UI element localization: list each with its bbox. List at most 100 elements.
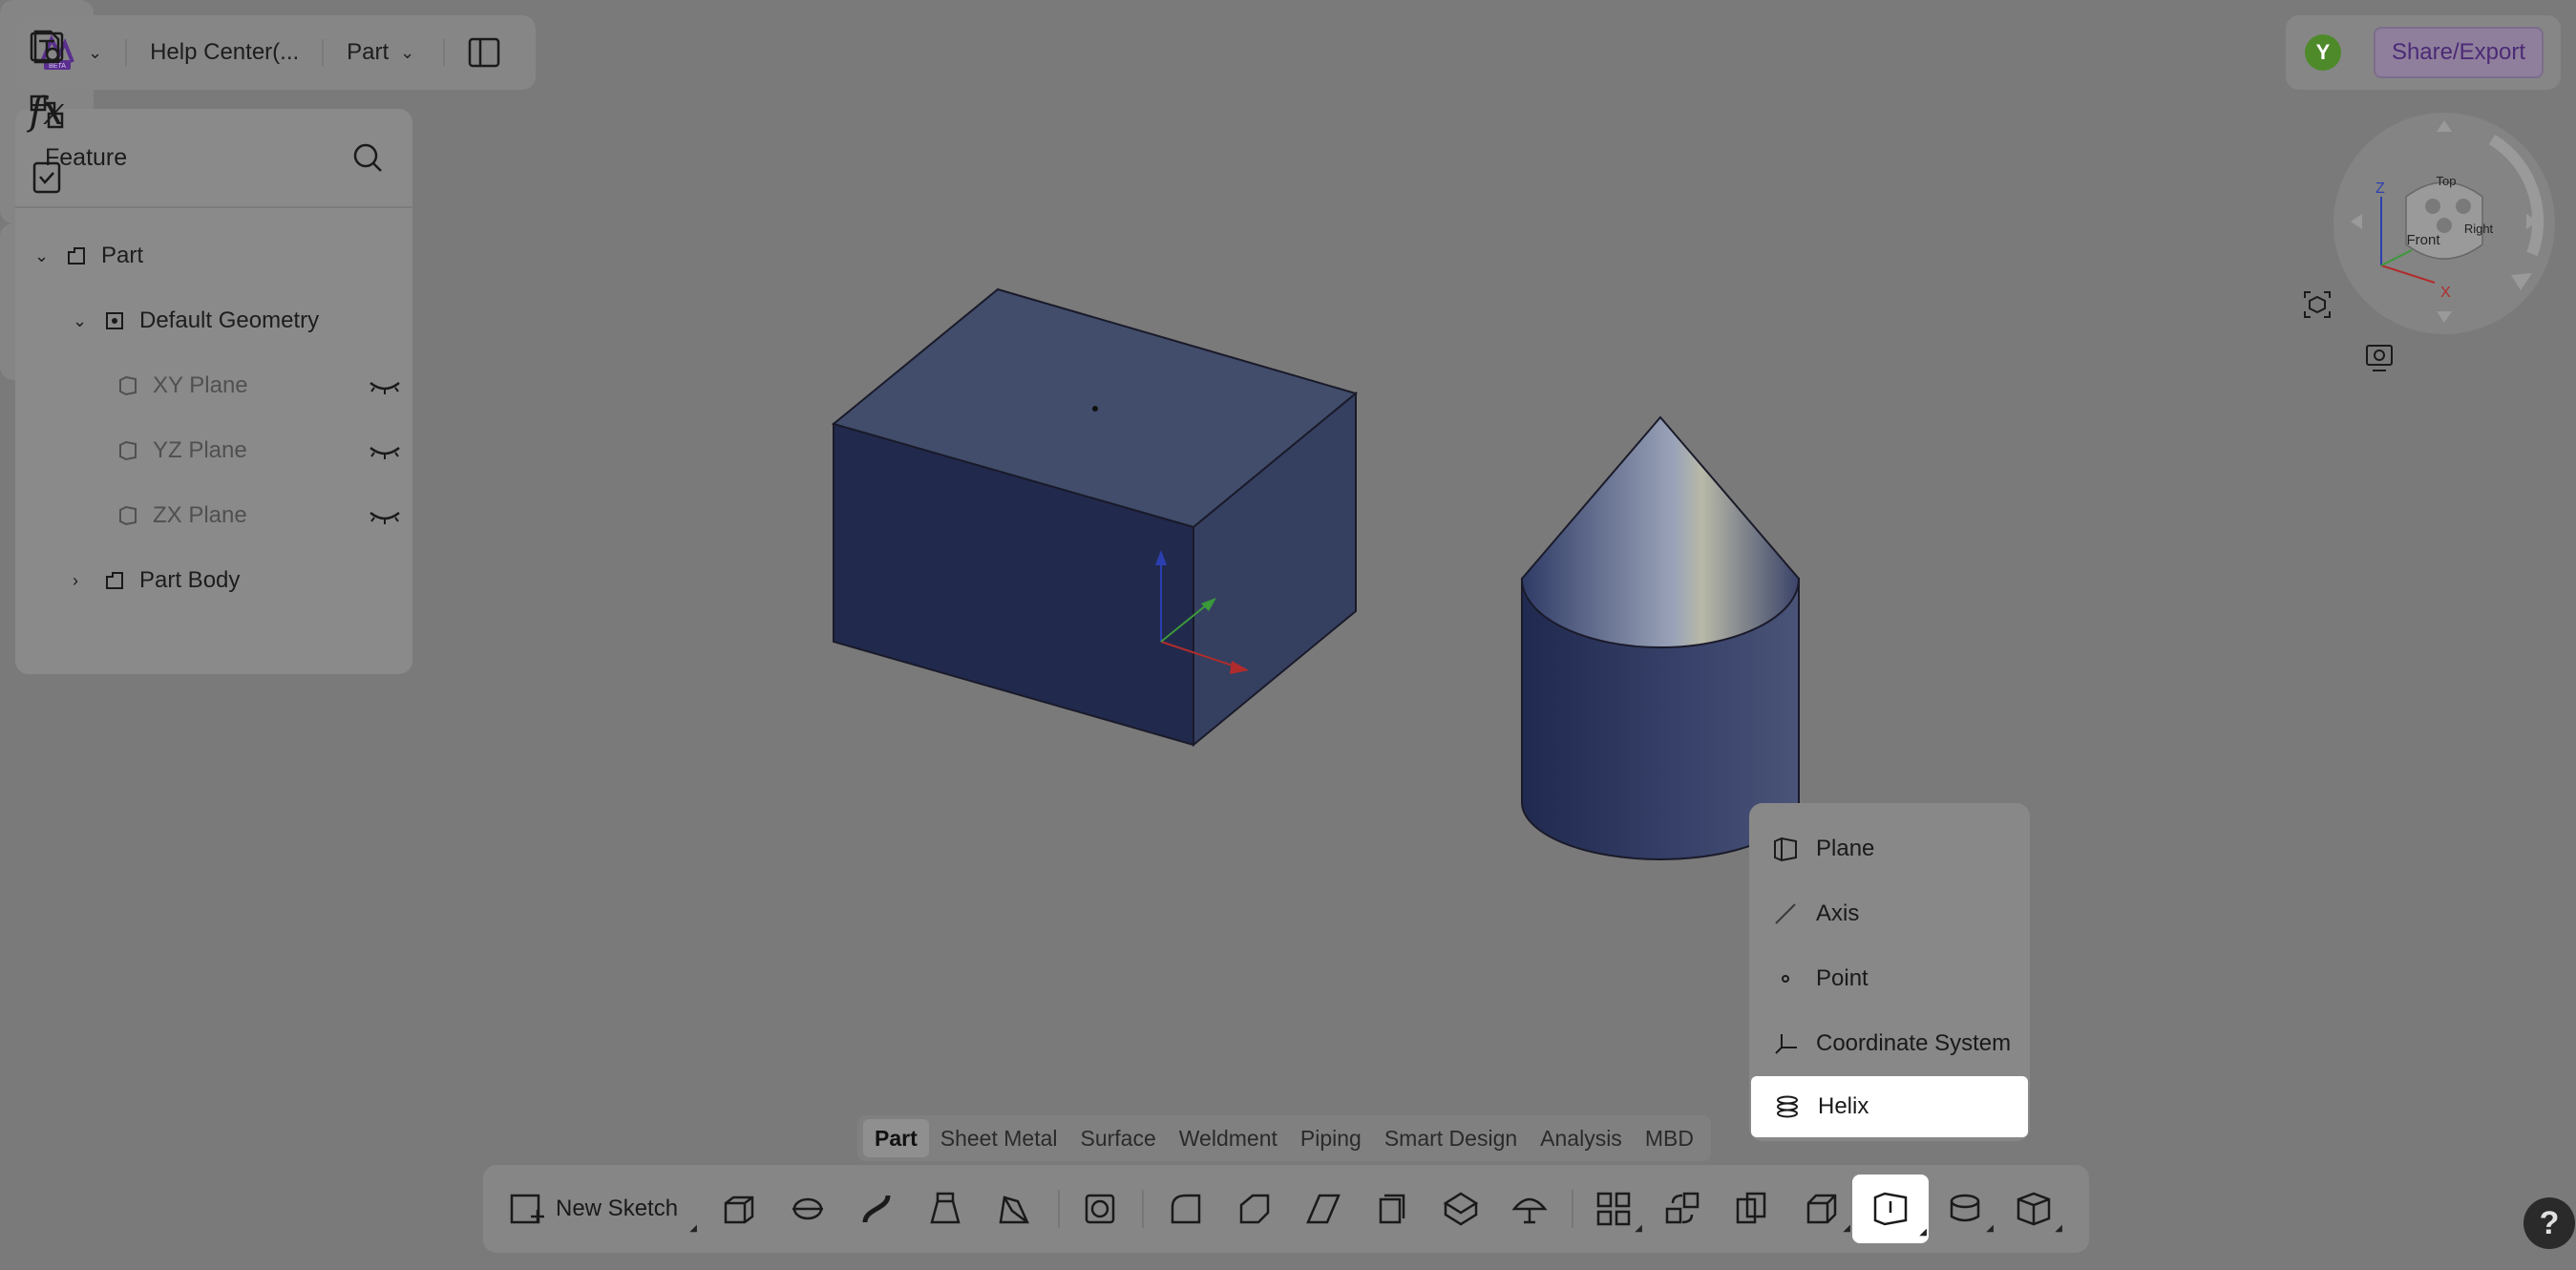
tree-item-yz-plane[interactable]: YZ Plane	[115, 432, 401, 470]
tree-item-part-body[interactable]: › Part Body	[73, 561, 240, 600]
tab-mbd[interactable]: MBD	[1634, 1119, 1705, 1157]
mode-select[interactable]: Part	[347, 39, 389, 66]
reference-geometry-menu: Plane Axis Point Coordinate System Helix	[1749, 803, 2030, 1141]
tree-item-label: Part Body	[139, 567, 241, 593]
menu-item-point[interactable]: Point	[1749, 948, 2030, 1009]
chevron-down-icon[interactable]: ⌄	[34, 246, 55, 266]
helix-icon	[1774, 1093, 1806, 1120]
draft-icon[interactable]	[983, 1178, 1045, 1239]
menu-item-label: Point	[1816, 965, 1869, 991]
chevron-down-icon[interactable]: ⌄	[73, 311, 94, 331]
menu-item-helix[interactable]: Helix	[1751, 1076, 2028, 1137]
chamfer-icon[interactable]	[1224, 1178, 1285, 1239]
tree-item-zx-plane[interactable]: ZX Plane	[115, 497, 401, 535]
tree-item-default-geometry[interactable]: ⌄ Default Geometry	[73, 302, 319, 340]
visibility-hidden-icon[interactable]	[369, 441, 401, 460]
panel-toggle-icon[interactable]	[468, 37, 500, 68]
revolve-icon[interactable]	[777, 1178, 838, 1239]
tree-item-part[interactable]: ⌄ Part	[34, 237, 143, 275]
sweep-icon[interactable]	[846, 1178, 907, 1239]
axis-icon	[1772, 900, 1805, 927]
plane-icon	[115, 437, 141, 464]
svg-text:Top: Top	[2437, 174, 2457, 188]
loft-icon[interactable]	[915, 1178, 976, 1239]
fillet-icon[interactable]	[1155, 1178, 1216, 1239]
boolean-icon[interactable]	[1721, 1178, 1782, 1239]
tab-piping[interactable]: Piping	[1289, 1119, 1373, 1157]
cone-cylinder-solid[interactable]	[1520, 415, 1801, 860]
part-body-icon	[101, 567, 128, 594]
menu-item-label: Axis	[1816, 900, 1860, 926]
solid-icon[interactable]: ◢	[1791, 1178, 1852, 1239]
extrude-icon[interactable]	[708, 1178, 770, 1239]
menu-item-plane[interactable]: Plane	[1749, 818, 2030, 879]
document-name[interactable]: Help Center(...	[150, 39, 299, 66]
feature-panel: Feature ⌄ Part ⌄ Default Geometry XY Pla…	[15, 109, 412, 674]
convert-icon[interactable]	[23, 88, 71, 136]
view-cube[interactable]: Top Front Right Z X	[2330, 111, 2559, 340]
feature-toolbar: New Sketch ◢ ◢ ◢ ◢ ◢ ◢	[483, 1165, 2089, 1253]
workbench-tabs: Part Sheet Metal Surface Weldment Piping…	[857, 1115, 1711, 1161]
menu-item-label: Helix	[1818, 1093, 1869, 1119]
split-body-icon[interactable]	[1499, 1178, 1560, 1239]
svg-text:Z: Z	[2375, 180, 2385, 197]
share-export-button[interactable]: Share/Export	[2374, 27, 2544, 78]
menu-item-label: Coordinate System	[1816, 1030, 2012, 1056]
divider	[443, 39, 446, 66]
fit-view-icon[interactable]	[2301, 288, 2333, 321]
svg-text:Right: Right	[2464, 222, 2494, 236]
part-icon	[63, 243, 90, 269]
tree-item-label: Default Geometry	[139, 307, 320, 333]
tab-weldment[interactable]: Weldment	[1168, 1119, 1289, 1157]
plane-icon	[115, 502, 141, 529]
tab-sheet-metal[interactable]: Sheet Metal	[929, 1119, 1069, 1157]
search-icon[interactable]	[351, 141, 384, 174]
tree-item-label: Part	[101, 243, 144, 268]
tree-item-label: XY Plane	[153, 372, 248, 398]
visibility-hidden-icon[interactable]	[369, 376, 401, 395]
plane-icon	[115, 372, 141, 399]
new-sketch-label: New Sketch	[556, 1196, 679, 1221]
svg-text:X: X	[2440, 285, 2451, 301]
user-area: Y Share/Export	[2286, 15, 2561, 90]
section-view-icon[interactable]: ◢	[2003, 1178, 2064, 1239]
face-draft-icon[interactable]	[1293, 1178, 1354, 1239]
geometry-icon	[101, 307, 128, 334]
reference-geometry-button[interactable]: ◢	[1852, 1175, 1929, 1243]
tab-part[interactable]: Part	[863, 1119, 929, 1157]
display-mode-icon[interactable]	[2363, 342, 2396, 374]
dropdown-arrow-icon: ◢	[689, 1223, 697, 1234]
help-button[interactable]: ?	[2523, 1197, 2575, 1249]
box-solid[interactable]	[831, 287, 1359, 748]
visibility-hidden-icon[interactable]	[369, 506, 401, 525]
transform-icon[interactable]	[1652, 1178, 1713, 1239]
menu-item-axis[interactable]: Axis	[1749, 883, 2030, 944]
tree-item-label: ZX Plane	[153, 502, 247, 528]
tree-item-label: YZ Plane	[153, 437, 247, 463]
chevron-right-icon[interactable]: ›	[73, 571, 94, 591]
divider	[322, 39, 325, 66]
check-clipboard-icon[interactable]	[23, 153, 71, 201]
coordinate-system-icon	[1772, 1030, 1805, 1057]
plane-icon	[1772, 836, 1805, 862]
logo-menu-chevron-icon[interactable]: ⌄	[88, 43, 102, 63]
menu-item-coordinate-system[interactable]: Coordinate System	[1749, 1013, 2030, 1074]
avatar[interactable]: Y	[2305, 34, 2341, 71]
mode-chevron-down-icon[interactable]: ⌄	[400, 43, 414, 63]
top-toolbar: BETA ⌄ Help Center(... Part ⌄	[15, 15, 536, 90]
point-icon	[1772, 965, 1805, 992]
tab-surface[interactable]: Surface	[1069, 1119, 1168, 1157]
measure-icon[interactable]: ◢	[1934, 1178, 1995, 1239]
divider	[125, 39, 128, 66]
shell-icon[interactable]	[1069, 1178, 1130, 1239]
drawing-template-icon[interactable]	[23, 23, 71, 71]
new-sketch-button[interactable]: New Sketch ◢	[508, 1178, 699, 1239]
thicken-icon[interactable]	[1362, 1178, 1423, 1239]
pattern-icon[interactable]: ◢	[1583, 1178, 1644, 1239]
tree-item-xy-plane[interactable]: XY Plane	[115, 367, 401, 405]
tab-smart-design[interactable]: Smart Design	[1373, 1119, 1529, 1157]
menu-item-label: Plane	[1816, 836, 1875, 861]
replace-face-icon[interactable]	[1430, 1178, 1491, 1239]
tab-analysis[interactable]: Analysis	[1529, 1119, 1634, 1157]
svg-text:Front: Front	[2406, 232, 2440, 248]
